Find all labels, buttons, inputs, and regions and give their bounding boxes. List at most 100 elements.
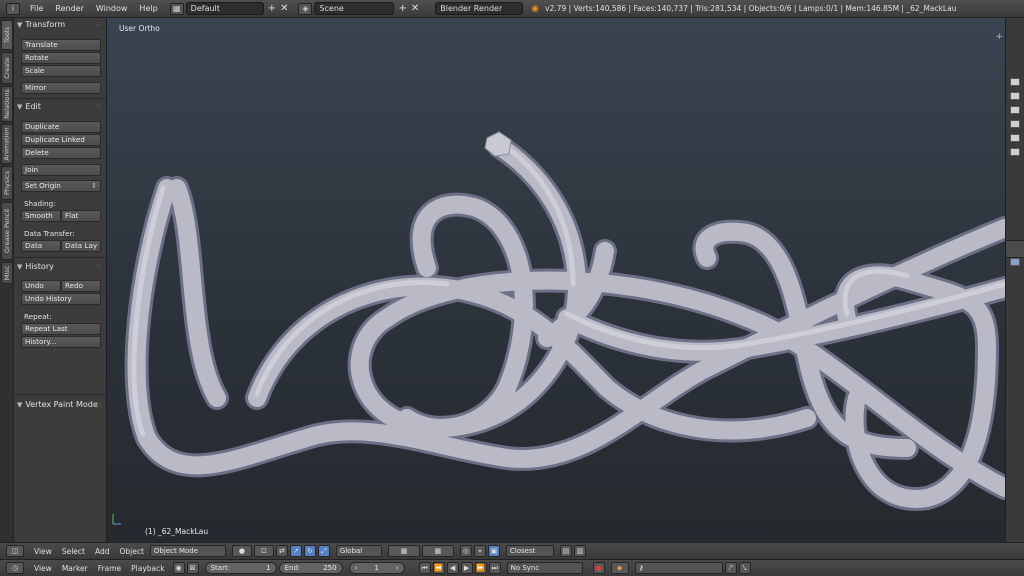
snap-icon[interactable]: ⌖ [473, 545, 486, 557]
menu-add[interactable]: Add [95, 547, 110, 556]
menu-help[interactable]: Help [139, 4, 157, 13]
transform-panel-header[interactable]: ▼ Transform [17, 20, 65, 29]
data-transfer-button[interactable]: Data [21, 240, 61, 252]
start-frame-field[interactable]: Start: 1 [204, 562, 277, 574]
tab-grease-pencil[interactable]: Grease Pencil [1, 202, 13, 260]
editor-type-icon[interactable]: ◷ [6, 562, 24, 574]
prev-keyframe-icon[interactable]: ⏪ [432, 562, 445, 574]
pivot-point-icon[interactable]: ⊡ [253, 545, 274, 557]
edit-panel-header[interactable]: ▼ Edit [17, 102, 41, 111]
proportional-edit-icon[interactable]: ◎ [459, 545, 472, 557]
jump-start-icon[interactable]: ⏮ [418, 562, 431, 574]
drag-handle-icon[interactable]: ⁝⁝ [97, 263, 101, 271]
tab-physics[interactable]: Physics [1, 166, 13, 200]
mirror-button[interactable]: Mirror [21, 82, 101, 94]
outliner-object-icon[interactable] [1010, 92, 1020, 100]
redo-button[interactable]: Redo [61, 280, 101, 292]
record-icon[interactable]: ● [592, 562, 605, 574]
menu-window[interactable]: Window [96, 4, 128, 13]
insert-keyframe-icon[interactable]: ⤤ [724, 562, 737, 574]
scale-button[interactable]: Scale [21, 65, 101, 77]
delete-button[interactable]: Delete [21, 147, 101, 159]
add-scene-icon[interactable]: + [398, 3, 406, 14]
properties-toggle-icon[interactable]: + [995, 32, 1003, 42]
scene-select[interactable]: Scene [314, 2, 395, 15]
render-animation-icon[interactable]: ▥ [573, 545, 586, 557]
sync-mode-select[interactable]: No Sync [506, 562, 583, 574]
remove-layout-icon[interactable]: ✕ [280, 3, 288, 14]
delete-keyframe-icon[interactable]: ⤥ [738, 562, 751, 574]
end-frame-field[interactable]: End: 250 [278, 562, 343, 574]
properties-tab-icon[interactable] [1010, 258, 1020, 266]
tab-misc[interactable]: Misc [1, 262, 13, 284]
undo-history-button[interactable]: Undo History [21, 293, 101, 305]
drag-handle-icon[interactable]: ⁝⁝ [97, 21, 101, 29]
menu-view[interactable]: View [34, 564, 52, 573]
preview-range-icon[interactable]: ◉ [172, 562, 185, 574]
repeat-last-button[interactable]: Repeat Last [21, 323, 101, 335]
editor-type-icon[interactable]: i [6, 2, 20, 15]
menu-view[interactable]: View [34, 547, 52, 556]
current-frame-field[interactable]: ‹ 1 › [348, 562, 405, 574]
scale-manipulator-icon[interactable]: ⤢ [317, 545, 330, 557]
outliner-object-icon[interactable] [1010, 134, 1020, 142]
duplicate-linked-button[interactable]: Duplicate Linked [21, 134, 101, 146]
lock-icon[interactable]: ⊠ [186, 562, 199, 574]
3d-viewport[interactable]: User Ortho (1) _62_MackLau + [107, 18, 1005, 542]
vertex-paint-panel-header[interactable]: ▼ Vertex Paint Mode [17, 400, 98, 409]
viewport-shading-icon[interactable]: ● [231, 545, 252, 557]
mode-select[interactable]: Object Mode [149, 545, 226, 557]
play-icon[interactable]: ▶ [460, 562, 473, 574]
layout-select[interactable]: Default [185, 2, 264, 15]
editor-type-icon[interactable]: ◫ [6, 545, 24, 557]
add-layout-icon[interactable]: + [268, 3, 276, 14]
layout-icon[interactable]: ▦ [169, 2, 184, 15]
tab-tools[interactable]: Tools [1, 20, 13, 50]
step-left-icon[interactable]: ‹ [355, 564, 358, 572]
scene-icon[interactable]: ◈ [298, 2, 313, 15]
tab-relations[interactable]: Relations [1, 86, 13, 122]
set-origin-dropdown[interactable]: Set Origin ⇕ [21, 180, 101, 192]
tab-create[interactable]: Create [1, 52, 13, 84]
snap-target-select[interactable]: Closest [505, 545, 554, 557]
menu-marker[interactable]: Marker [62, 564, 88, 573]
step-right-icon[interactable]: › [396, 564, 399, 572]
outliner-object-icon[interactable] [1010, 120, 1020, 128]
outliner-object-icon[interactable] [1010, 106, 1020, 114]
outliner-object-icon[interactable] [1010, 148, 1020, 156]
jump-end-icon[interactable]: ⏭ [488, 562, 501, 574]
transform-orientation-select[interactable]: Global [335, 545, 382, 557]
menu-select[interactable]: Select [62, 547, 85, 556]
next-keyframe-icon[interactable]: ⏩ [474, 562, 487, 574]
translate-button[interactable]: Translate [21, 39, 101, 51]
keying-set-field[interactable]: ⚷ [634, 562, 723, 574]
tab-animation[interactable]: Animation [1, 124, 13, 164]
smooth-button[interactable]: Smooth [21, 210, 61, 222]
layers-grid-icon[interactable]: ▦ [421, 545, 454, 557]
menu-frame[interactable]: Frame [98, 564, 121, 573]
manipulator-icon[interactable]: ⇄ [275, 545, 288, 557]
opengl-render-icon[interactable]: ▤ [559, 545, 572, 557]
duplicate-button[interactable]: Duplicate [21, 121, 101, 133]
outliner-object-icon[interactable] [1010, 78, 1020, 86]
keying-icon[interactable]: ◆ [610, 562, 629, 574]
render-engine-select[interactable]: Blender Render [435, 2, 524, 15]
flat-button[interactable]: Flat [61, 210, 101, 222]
snap-element-icon[interactable]: ▣ [487, 545, 500, 557]
translate-manipulator-icon[interactable]: ↗ [289, 545, 302, 557]
history-panel-header[interactable]: ▼ History [17, 262, 54, 271]
menu-render[interactable]: Render [55, 4, 83, 13]
play-reverse-icon[interactable]: ◀ [446, 562, 459, 574]
properties-header[interactable] [1006, 240, 1024, 258]
undo-button[interactable]: Undo [21, 280, 61, 292]
history-button[interactable]: History... [21, 336, 101, 348]
drag-handle-icon[interactable]: ⁝⁝ [97, 103, 101, 111]
join-button[interactable]: Join [21, 164, 101, 176]
rotate-button[interactable]: Rotate [21, 52, 101, 64]
data-layout-button[interactable]: Data Lay [61, 240, 101, 252]
drag-handle-icon[interactable]: ⁝⁝ [97, 401, 101, 409]
layers-grid-icon[interactable]: ▦ [387, 545, 420, 557]
menu-object[interactable]: Object [119, 547, 143, 556]
rotate-manipulator-icon[interactable]: ↻ [303, 545, 316, 557]
remove-scene-icon[interactable]: ✕ [411, 3, 419, 14]
